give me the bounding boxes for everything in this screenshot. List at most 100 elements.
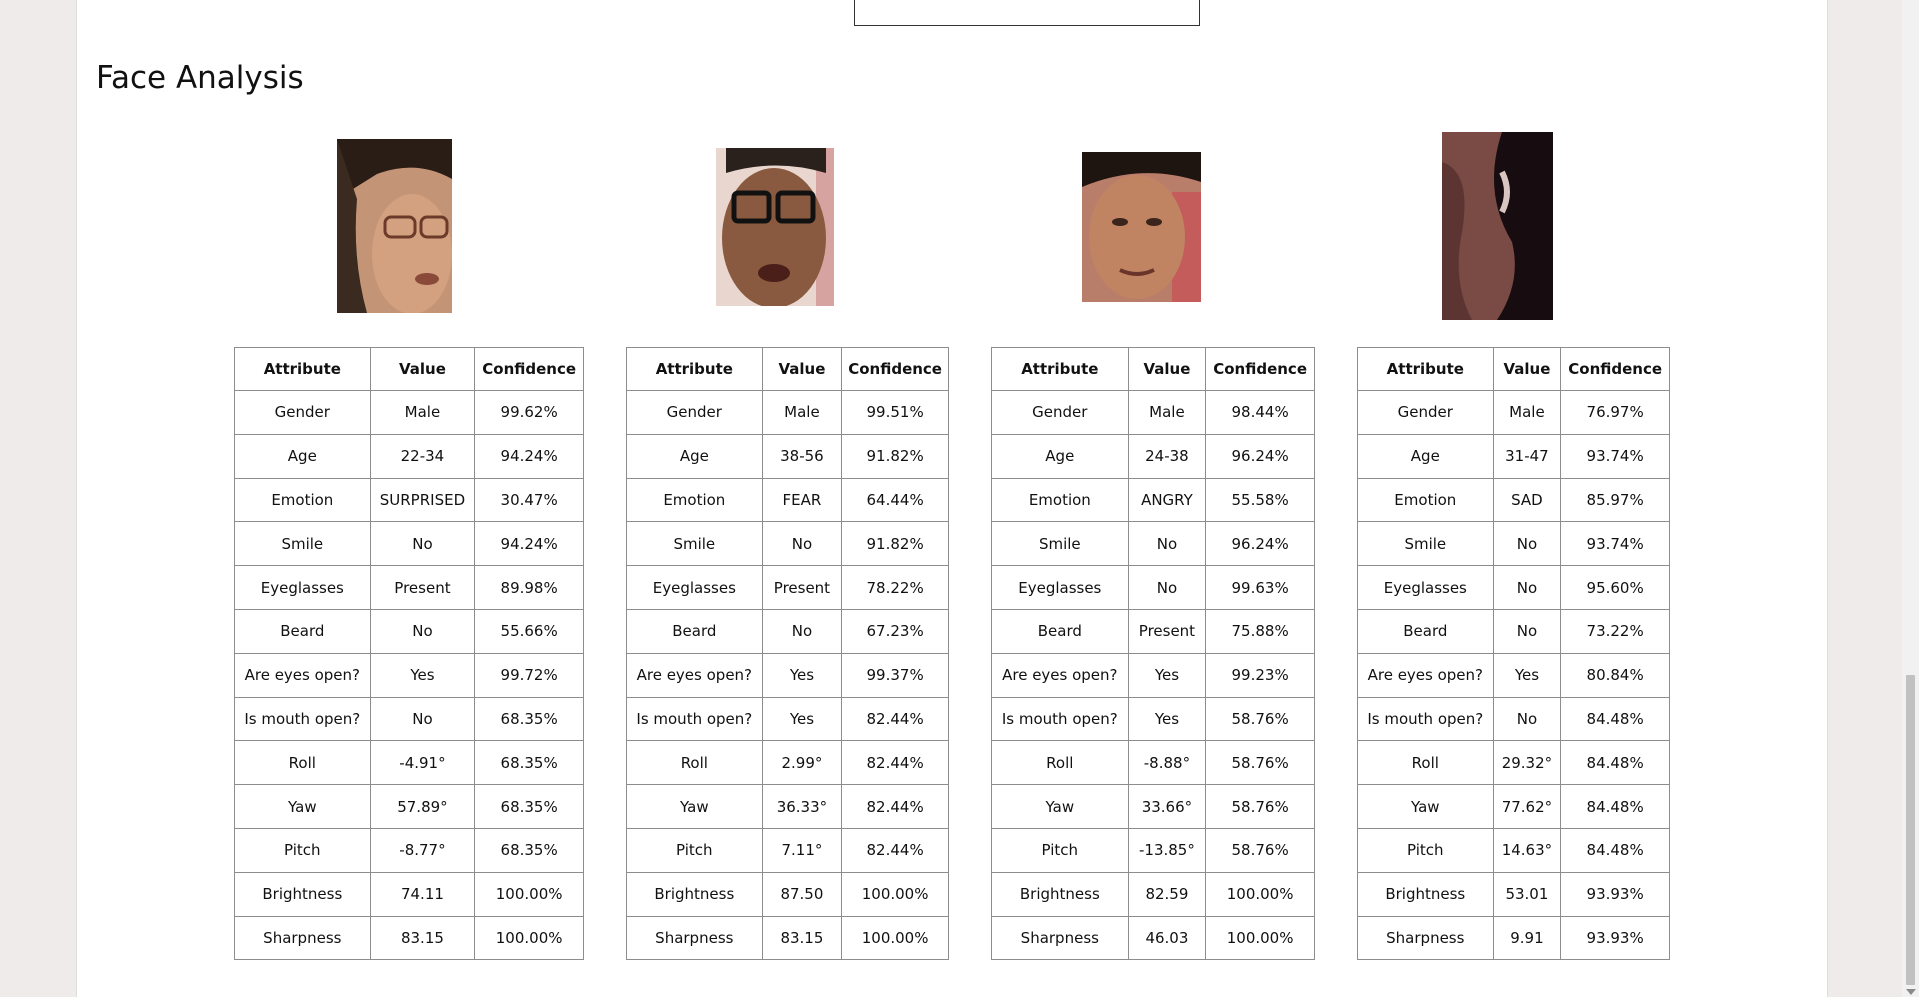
value-cell: SURPRISED <box>369 477 476 523</box>
attribute-cell: Is mouth open? <box>991 696 1129 742</box>
table-row: Yaw 33.66° 58.76% <box>991 784 1315 829</box>
table-row: Gender Male 99.51% <box>626 390 949 435</box>
table-row: Emotion SAD 85.97% <box>1357 477 1670 523</box>
value-cell: No <box>369 696 476 742</box>
table-row: Beard Present 75.88% <box>991 608 1315 654</box>
confidence-cell: 58.76% <box>1205 784 1315 829</box>
attribute-cell: Roll <box>991 740 1129 786</box>
attribute-cell: Roll <box>626 740 763 786</box>
face-attributes-table-1: Attribute Value Confidence Gender Male 99.… <box>234 347 584 961</box>
scroll-down-arrow-icon[interactable] <box>1906 989 1916 995</box>
header-value: Value <box>1127 347 1207 391</box>
table-row: Beard No 73.22% <box>1357 608 1670 654</box>
table-row: Yaw 57.89° 68.35% <box>234 784 584 829</box>
table-header-row: Attribute Value Confidence <box>626 347 949 391</box>
value-cell: No <box>1492 608 1562 654</box>
value-cell: No <box>369 521 476 567</box>
face-image-2 <box>716 148 834 306</box>
face-attributes-table-3: Attribute Value Confidence Gender Male 98.… <box>991 347 1315 961</box>
table-row: Is mouth open? Yes 82.44% <box>626 696 949 742</box>
value-cell: No <box>1127 565 1207 610</box>
table-row: Smile No 91.82% <box>626 521 949 567</box>
table-row: Brightness 87.50 100.00% <box>626 871 949 917</box>
page-content: Face Analysis Attribute Value Confidence… <box>76 0 1828 997</box>
confidence-cell: 93.93% <box>1560 871 1670 917</box>
value-cell: Present <box>369 565 476 610</box>
value-cell: No <box>1492 521 1562 567</box>
attribute-cell: Age <box>626 433 763 479</box>
confidence-cell: 96.24% <box>1205 521 1315 567</box>
table-row: Sharpness 46.03 100.00% <box>991 915 1315 961</box>
value-cell: Male <box>1127 390 1207 435</box>
confidence-cell: 75.88% <box>1205 608 1315 654</box>
confidence-cell: 55.58% <box>1205 477 1315 523</box>
value-cell: 74.11 <box>369 871 476 917</box>
attribute-cell: Brightness <box>234 871 371 917</box>
table-row: Eyeglasses No 95.60% <box>1357 565 1670 610</box>
value-cell: Male <box>369 390 476 435</box>
table-row: Yaw 77.62° 84.48% <box>1357 784 1670 829</box>
table-row: Sharpness 83.15 100.00% <box>626 915 949 961</box>
confidence-cell: 58.76% <box>1205 696 1315 742</box>
table-row: Gender Male 98.44% <box>991 390 1315 435</box>
table-row: Brightness 82.59 100.00% <box>991 871 1315 917</box>
value-cell: 83.15 <box>761 915 843 961</box>
table-row: Smile No 93.74% <box>1357 521 1670 567</box>
confidence-cell: 99.63% <box>1205 565 1315 610</box>
value-cell: SAD <box>1492 477 1562 523</box>
confidence-cell: 82.44% <box>841 827 949 873</box>
confidence-cell: 99.37% <box>841 652 949 698</box>
scrollbar-thumb[interactable] <box>1906 675 1915 985</box>
confidence-cell: 96.24% <box>1205 433 1315 479</box>
value-cell: 9.91 <box>1492 915 1562 961</box>
confidence-cell: 94.24% <box>474 521 584 567</box>
value-cell: No <box>369 608 476 654</box>
attribute-cell: Sharpness <box>991 915 1129 961</box>
face-image-3 <box>1082 152 1201 302</box>
table-row: Beard No 55.66% <box>234 608 584 654</box>
value-cell: 87.50 <box>761 871 843 917</box>
confidence-cell: 93.74% <box>1560 433 1670 479</box>
header-confidence: Confidence <box>841 347 949 391</box>
table-row: Eyeglasses Present 78.22% <box>626 565 949 610</box>
attribute-cell: Emotion <box>1357 477 1494 523</box>
table-row: Age 24-38 96.24% <box>991 433 1315 479</box>
previous-content-box <box>854 0 1200 26</box>
attribute-cell: Brightness <box>626 871 763 917</box>
value-cell: No <box>1492 565 1562 610</box>
value-cell: 57.89° <box>369 784 476 829</box>
vertical-scrollbar[interactable] <box>1902 0 1919 997</box>
attribute-cell: Brightness <box>1357 871 1494 917</box>
value-cell: 7.11° <box>761 827 843 873</box>
confidence-cell: 100.00% <box>474 871 584 917</box>
confidence-cell: 67.23% <box>841 608 949 654</box>
value-cell: -8.88° <box>1127 740 1207 786</box>
confidence-cell: 89.98% <box>474 565 584 610</box>
page-title: Face Analysis <box>96 60 304 96</box>
attribute-cell: Eyeglasses <box>1357 565 1494 610</box>
confidence-cell: 100.00% <box>1205 915 1315 961</box>
table-row: Is mouth open? No 84.48% <box>1357 696 1670 742</box>
table-row: Is mouth open? No 68.35% <box>234 696 584 742</box>
confidence-cell: 76.97% <box>1560 390 1670 435</box>
confidence-cell: 100.00% <box>841 871 949 917</box>
header-confidence: Confidence <box>1560 347 1670 391</box>
header-confidence: Confidence <box>474 347 584 391</box>
header-value: Value <box>1492 347 1562 391</box>
attribute-cell: Emotion <box>991 477 1129 523</box>
value-cell: 53.01 <box>1492 871 1562 917</box>
table-row: Age 22-34 94.24% <box>234 433 584 479</box>
confidence-cell: 99.51% <box>841 390 949 435</box>
value-cell: Male <box>761 390 843 435</box>
table-row: Roll 2.99° 82.44% <box>626 740 949 786</box>
confidence-cell: 58.76% <box>1205 740 1315 786</box>
attribute-cell: Beard <box>1357 608 1494 654</box>
confidence-cell: 99.23% <box>1205 652 1315 698</box>
table-row: Are eyes open? Yes 99.37% <box>626 652 949 698</box>
confidence-cell: 68.35% <box>474 827 584 873</box>
attribute-cell: Beard <box>626 608 763 654</box>
attribute-cell: Yaw <box>234 784 371 829</box>
attribute-cell: Pitch <box>1357 827 1494 873</box>
face-image-4 <box>1442 132 1553 320</box>
attribute-cell: Beard <box>991 608 1129 654</box>
